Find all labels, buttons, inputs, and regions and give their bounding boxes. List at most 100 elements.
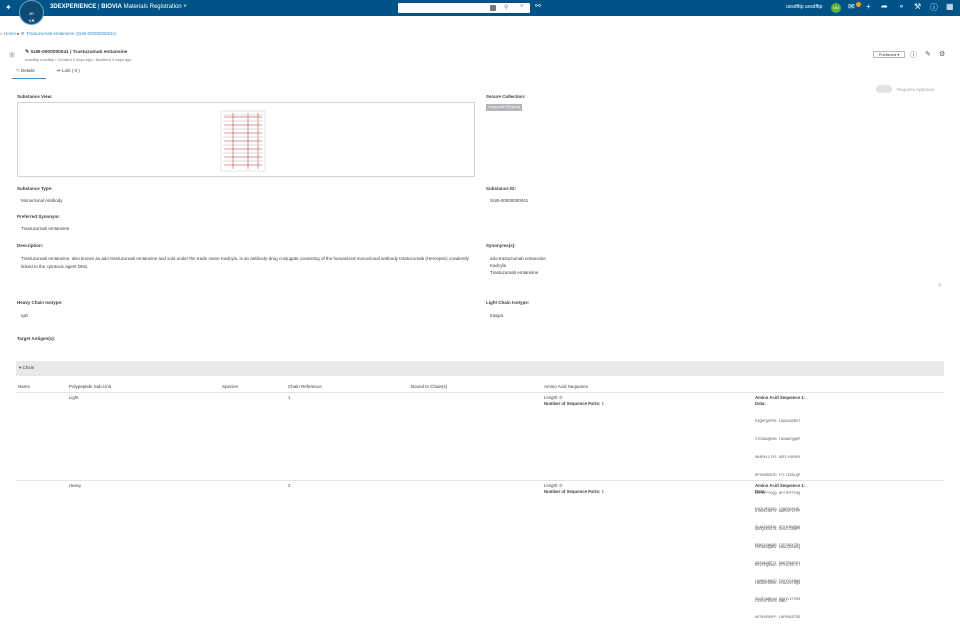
sequence-parts-label: Number of Sequence Parts: bbox=[544, 401, 601, 406]
sequence-length: Length: 0 bbox=[544, 395, 562, 400]
preferred-synonym-value: Trastuzumab emtansine bbox=[21, 226, 70, 231]
sequence-line: EVQLVESGGG LVQPGGSLRL bbox=[755, 508, 801, 512]
status-dropdown[interactable]: Published ▾ bbox=[873, 51, 905, 58]
light-chain-label: Light Chain Isotype: bbox=[486, 300, 530, 305]
page-title: ✎ SUB-0000000041 | Trastuzumab emtansine bbox=[25, 50, 127, 55]
3ds-logo-icon[interactable]: ✦ bbox=[5, 3, 12, 12]
molecule-icon: ⚛ bbox=[8, 50, 17, 60]
search-box[interactable]: ⚲ ˅ bbox=[398, 3, 530, 13]
tag-icon[interactable]: ⚯ bbox=[535, 2, 541, 10]
user-name[interactable]: uxsdfttp uxsdfttp bbox=[786, 4, 822, 10]
home-icon[interactable]: ⌂ bbox=[0, 31, 3, 36]
sequence-line: ITCRASQDVN TAVAWYQQKP bbox=[755, 438, 801, 442]
substance-type-value: Monoclonal Antibody bbox=[21, 198, 63, 203]
row-divider bbox=[16, 480, 944, 481]
chain-subunit: Light bbox=[69, 395, 79, 400]
secure-collection-tag: Corporate Registry bbox=[486, 104, 522, 111]
substance-view-label: Substance View: bbox=[17, 94, 53, 99]
tab-details[interactable]: ✎ Details bbox=[16, 68, 35, 74]
header-divider bbox=[16, 392, 944, 393]
avatar[interactable]: UU bbox=[831, 3, 841, 13]
column-header[interactable]: Bound to Chain(s) bbox=[411, 384, 447, 389]
notification-icon[interactable]: ✉ bbox=[848, 2, 855, 11]
heavy-chain-value: IgG bbox=[21, 313, 29, 318]
chain-section-header[interactable]: ▾ Chain bbox=[16, 361, 944, 376]
sequence-parts: Number of Sequence Parts: 1 bbox=[544, 401, 604, 406]
tools-icon[interactable]: ⚒ bbox=[914, 2, 921, 11]
light-chain-value: Kappa bbox=[490, 313, 504, 318]
sequence-line: GDGFYAMDYW GQGTLVTVSS bbox=[755, 598, 801, 602]
sequence-parts-value: 1 bbox=[601, 401, 604, 406]
brand2-label: BIOVIA bbox=[101, 4, 122, 10]
brand-label: 3DEXPERIENCE bbox=[50, 4, 97, 10]
page-title-text: SUB-0000000041 | Trastuzumab emtansine bbox=[30, 50, 128, 55]
tab-lots[interactable]: ✏ Lots ( 0 ) bbox=[57, 68, 80, 74]
chevron-down-icon[interactable]: ˅ bbox=[520, 4, 524, 10]
sequence-data-label: Data: bbox=[755, 401, 766, 406]
sequence-data-label: Data: bbox=[755, 489, 766, 494]
search-icon[interactable]: ⚲ bbox=[504, 4, 508, 11]
sequence-title: Amino Acid Sequence 1: bbox=[755, 395, 806, 400]
compass-label: V,R bbox=[28, 19, 35, 23]
edit-icon[interactable]: ✎ bbox=[25, 50, 29, 55]
help-icon[interactable]: ⓘ bbox=[930, 2, 938, 13]
resize-handle-icon[interactable]: ⇲ bbox=[938, 282, 941, 287]
column-header[interactable]: Polypeptide Sub.Unit bbox=[69, 384, 111, 389]
edit-icon[interactable]: ✎ bbox=[925, 50, 931, 58]
lots-icon: ✏ bbox=[57, 68, 61, 73]
plus-icon[interactable]: + bbox=[866, 2, 871, 11]
sequence-parts-value: 1 bbox=[601, 489, 604, 494]
target-antigen-label: Target Antigen(s): bbox=[17, 336, 56, 341]
sequence-parts: Number of Sequence Parts: 1 bbox=[544, 489, 604, 494]
compass-icon[interactable]: 3D V,R bbox=[19, 0, 44, 25]
substance-icon: ⚙ bbox=[20, 31, 25, 36]
substance-id-value: SUB-00000000041 bbox=[490, 198, 529, 203]
page-subtitle: uxsdfttp uxsdfttp / Created 2 days ago /… bbox=[25, 57, 132, 62]
network-icon[interactable]: ⚬ bbox=[898, 2, 905, 11]
substance-view-image[interactable] bbox=[17, 102, 475, 177]
chain-reference: 2 bbox=[288, 483, 291, 488]
sequence-line: LQMNSLRAED TAVYYCSRWG bbox=[755, 580, 801, 584]
column-header[interactable]: Amino Acid Sequence bbox=[544, 384, 588, 389]
sequence-data: EVQLVESGGG LVQPGGSLRL SCAASGFNIK DTYIHWV… bbox=[755, 495, 800, 633]
share-icon[interactable]: ➦ bbox=[881, 2, 888, 11]
details-icon: ✎ bbox=[16, 68, 20, 73]
column-header[interactable]: Species bbox=[222, 384, 238, 389]
active-tab-indicator bbox=[12, 78, 46, 79]
sequence-line: ADSVKGRFTI SADTSKNTAY bbox=[755, 562, 801, 566]
sequence-line: DIQMTQSPSS LSASVGDRVT bbox=[755, 420, 801, 424]
secure-collection-label: Secure Collection: bbox=[486, 94, 526, 99]
column-header[interactable]: Chain Reference bbox=[288, 384, 322, 389]
synonym-item: Trastuzumab emtansine bbox=[490, 270, 539, 275]
compass-text: 3D bbox=[28, 11, 35, 16]
sequence-line: RFSGSRSGTD FTLTISSLQP bbox=[755, 474, 801, 478]
sequence-title: Amino Acid Sequence 1: bbox=[755, 483, 806, 488]
top-bar: ✦ 3DEXPERIENCE | BIOVIA Materials Regist… bbox=[0, 0, 960, 16]
structure-thumbnail bbox=[220, 110, 266, 172]
apps-icon[interactable]: ▦ bbox=[946, 2, 954, 11]
breadcrumb-separator: ▸ bbox=[17, 31, 20, 36]
sequence-line: PGKGLEWVAR IYPTNGYTRY bbox=[755, 544, 801, 548]
info-icon[interactable]: ⓘ bbox=[910, 50, 917, 60]
heavy-chain-label: Heavy Chain Isotype: bbox=[17, 300, 63, 305]
synonym-item: ado-trastuzumab emtansine bbox=[490, 256, 546, 261]
tab-details-label: Details bbox=[21, 68, 35, 73]
settings-icon[interactable]: ⚙ bbox=[939, 50, 945, 58]
sequence-line: SCAASGFNIK DTYIHWVRQA bbox=[755, 526, 801, 530]
requires-approval-label: Requires Approval bbox=[897, 87, 934, 92]
tab-lots-label: Lots ( 0 ) bbox=[62, 68, 80, 73]
synonyms-textarea[interactable]: ado-trastuzumab emtansine Kadcyla Trastu… bbox=[486, 253, 943, 288]
requires-approval-toggle[interactable] bbox=[876, 85, 892, 93]
breadcrumb-home[interactable]: Home bbox=[4, 31, 16, 36]
description-label: Description: bbox=[17, 243, 44, 248]
chain-section-label: ▾ Chain bbox=[19, 365, 35, 370]
preferred-synonym-label: Preferred Synonym: bbox=[17, 214, 61, 219]
column-header[interactable]: Name bbox=[18, 384, 30, 389]
filter-icon[interactable] bbox=[490, 5, 496, 11]
description-value: Trastuzumab emtansine, also known as ado… bbox=[21, 256, 469, 269]
notification-badge bbox=[856, 2, 861, 7]
breadcrumb-item[interactable]: Trastuzumab emtansine (SUB-00000000041) bbox=[26, 31, 117, 36]
chain-subunit: Heavy bbox=[69, 483, 82, 488]
app-title[interactable]: 3DEXPERIENCE | BIOVIA Materials Registra… bbox=[50, 4, 187, 10]
app-name: Materials Registration bbox=[123, 4, 182, 10]
